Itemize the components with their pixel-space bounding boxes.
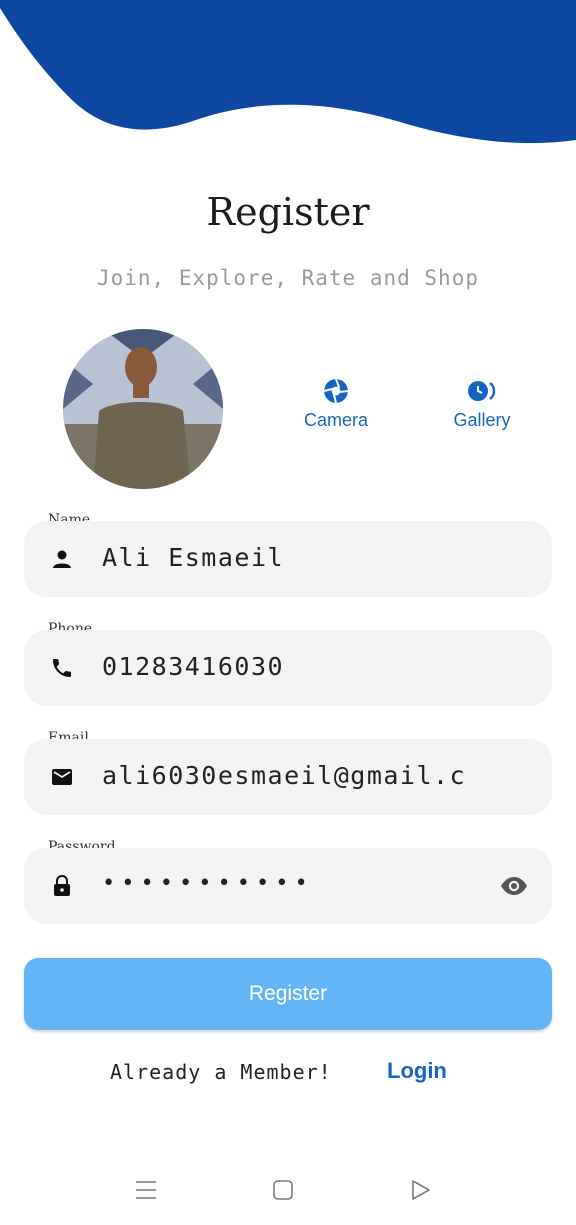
email-field[interactable]: ali6030esmaeil@gmail.c (24, 739, 552, 815)
password-value: ••••••••••• (102, 871, 314, 896)
page-subtitle: Join, Explore, Rate and Shop (96, 266, 479, 290)
gallery-icon (468, 381, 496, 401)
camera-button[interactable]: Camera (300, 378, 372, 431)
back-triangle-icon[interactable] (410, 1178, 432, 1202)
page-title: Register (206, 190, 370, 234)
register-button[interactable]: Register (24, 958, 552, 1030)
phone-field[interactable]: 01283416030 (24, 630, 552, 706)
already-member-text: Already a Member! (110, 1060, 332, 1084)
login-link[interactable]: Login (387, 1058, 447, 1084)
menu-icon[interactable] (134, 1178, 158, 1202)
person-icon (53, 550, 71, 568)
avatar[interactable] (63, 329, 223, 489)
gallery-button[interactable]: Gallery (448, 378, 516, 431)
gallery-label: Gallery (453, 410, 511, 430)
phone-icon (53, 659, 71, 677)
lock-icon (54, 874, 70, 896)
camera-label: Camera (303, 410, 369, 430)
mail-icon (52, 769, 72, 785)
home-square-icon[interactable] (272, 1178, 294, 1202)
email-value: ali6030esmaeil@gmail.c (102, 761, 467, 790)
phone-value: 01283416030 (102, 652, 285, 681)
name-value: Ali Esmaeil (102, 543, 285, 572)
camera-shutter-icon (323, 378, 349, 404)
eye-icon[interactable] (500, 875, 528, 897)
header-wave (0, 0, 576, 144)
name-field[interactable]: Ali Esmaeil (24, 521, 552, 597)
password-field[interactable]: ••••••••••• (24, 848, 552, 924)
